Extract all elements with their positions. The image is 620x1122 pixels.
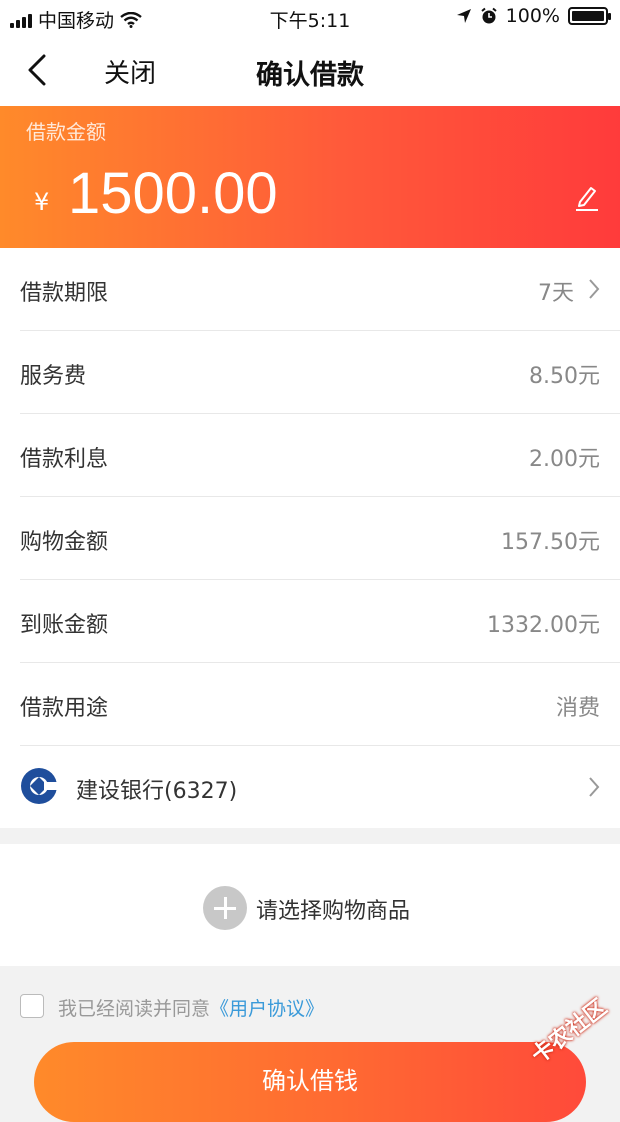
row-label: 借款用途 [20, 696, 109, 721]
row-value: 2.00元 [529, 447, 600, 472]
agreement-checkbox[interactable] [20, 994, 44, 1018]
location-arrow-icon [456, 9, 471, 23]
loan-interest-row: 借款利息 2.00元 [20, 414, 620, 497]
add-circle-icon[interactable] [203, 886, 247, 930]
loan-amount-banner: 借款金额 ¥ 1500.00 [0, 106, 620, 248]
shopping-picker-label: 请选择购物商品 [256, 899, 411, 924]
row-label: 服务费 [20, 364, 87, 389]
currency-symbol: ¥ [34, 188, 50, 216]
page-title: 确认借款 [256, 60, 364, 91]
loan-amount-label: 借款金额 [26, 120, 106, 144]
row-value: 157.50元 [501, 530, 600, 555]
received-amount-row: 到账金额 1332.00元 [20, 580, 620, 663]
confirm-borrow-button[interactable]: 确认借钱 [34, 1042, 586, 1122]
chevron-right-icon [589, 279, 600, 299]
bank-card-row[interactable]: 建设银行(6327) [20, 746, 620, 828]
shopping-picker[interactable]: 请选择购物商品 [0, 844, 620, 966]
chevron-right-icon [589, 777, 600, 797]
ccb-bank-logo-icon [21, 768, 58, 804]
battery-fill [572, 11, 604, 21]
shopping-amount-row: 购物金额 157.50元 [20, 497, 620, 580]
loan-term-row[interactable]: 借款期限 7天 [20, 248, 620, 331]
battery-icon [568, 7, 611, 25]
user-agreement-link[interactable]: 《用户协议》 [210, 998, 324, 1020]
service-fee-row: 服务费 8.50元 [20, 331, 620, 414]
loan-purpose-row: 借款用途 消费 [20, 663, 620, 746]
row-label: 购物金额 [20, 530, 109, 555]
row-value: 1332.00元 [487, 613, 600, 638]
nav-bar: 关闭 确认借款 [0, 34, 620, 107]
edit-pencil-icon[interactable] [574, 184, 600, 212]
row-value: 消费 [555, 696, 600, 721]
row-value: 8.50元 [529, 364, 600, 389]
alarm-icon [481, 7, 497, 24]
loan-amount-value: 1500.00 [68, 161, 278, 226]
row-value: 7天 [538, 281, 574, 306]
bank-card-name: 建设银行(6327) [76, 779, 238, 804]
battery-percent: 100% [505, 5, 560, 27]
row-label: 借款期限 [20, 281, 109, 306]
agreement-prefix: 我已经阅读并同意 [58, 998, 211, 1020]
loan-details-list: 借款期限 7天 服务费 8.50元 借款利息 2.00元 购物金额 157.50… [0, 248, 620, 828]
status-bar: 中国移动 下午5:11 100% [0, 0, 620, 34]
agreement-text: 我已经阅读并同意《用户协议》 [58, 994, 324, 1021]
row-label: 到账金额 [20, 613, 109, 638]
row-label: 借款利息 [20, 447, 109, 472]
status-right: 100% [456, 5, 611, 27]
